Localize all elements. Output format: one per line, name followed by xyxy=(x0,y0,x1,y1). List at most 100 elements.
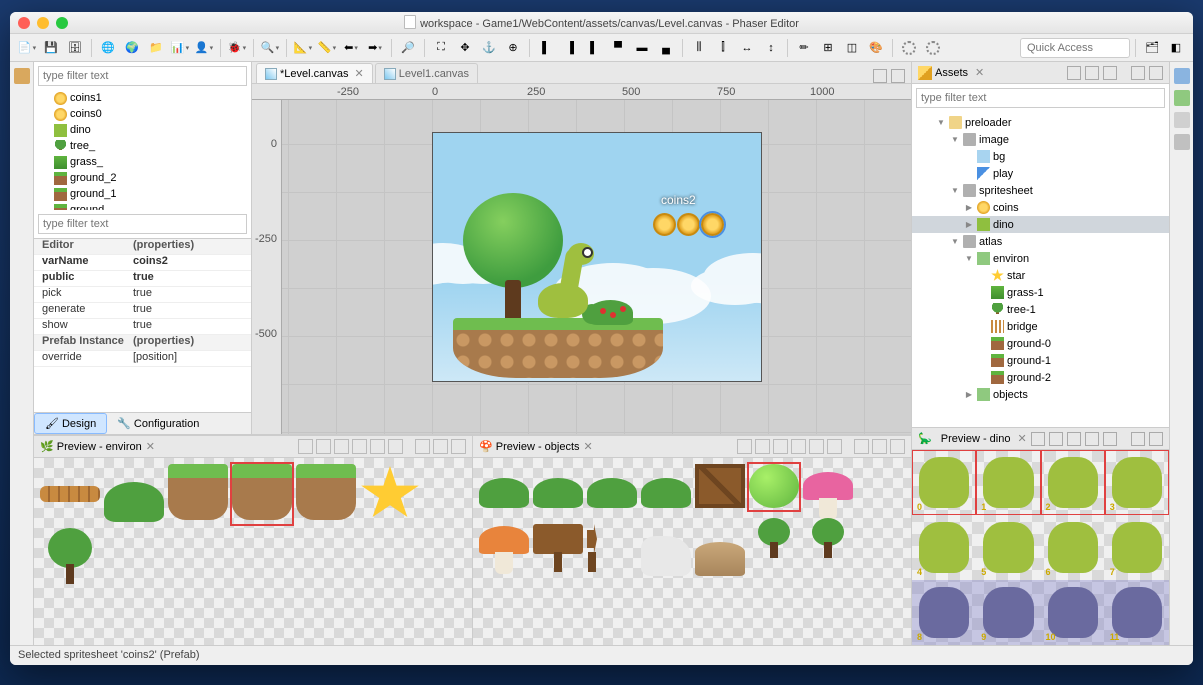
maximize-view-icon[interactable] xyxy=(1149,432,1163,446)
fwd-button[interactable]: ➡ xyxy=(364,37,386,59)
run-button[interactable]: 🌐 xyxy=(97,37,119,59)
save-button[interactable]: 💾 xyxy=(40,37,62,59)
sprite-bush[interactable] xyxy=(587,464,637,510)
minimize-icon[interactable] xyxy=(872,439,887,454)
asset-item[interactable]: star xyxy=(912,267,1169,284)
properties-panel[interactable]: Editor(properties) varNamecoins2 publict… xyxy=(34,238,251,412)
stop-icon[interactable] xyxy=(1049,432,1063,446)
clear-icon[interactable] xyxy=(1103,432,1117,446)
back-button[interactable]: ⬅ xyxy=(340,37,362,59)
sprite-tree[interactable] xyxy=(40,528,100,588)
environ-grid[interactable] xyxy=(34,458,472,645)
tab-design[interactable]: 🖌 Design xyxy=(34,413,107,434)
sprite-bush[interactable] xyxy=(533,464,583,510)
asset-item[interactable]: ▼spritesheet xyxy=(912,182,1169,199)
gutter-view-icon[interactable] xyxy=(14,68,30,84)
handle-button[interactable]: ⊕ xyxy=(502,37,524,59)
asset-item[interactable]: ▼image xyxy=(912,131,1169,148)
outline-item[interactable]: grass_ xyxy=(34,154,251,170)
nav-button[interactable]: 📐 xyxy=(292,37,314,59)
ground-sprite[interactable] xyxy=(453,318,663,378)
expand-arrow-icon[interactable]: ▼ xyxy=(936,118,946,127)
gutter-view-icon[interactable] xyxy=(1174,90,1190,106)
expand-arrow-icon[interactable]: ▶ xyxy=(964,203,974,212)
minimize-view-icon[interactable] xyxy=(1131,66,1145,80)
dino-frame[interactable]: 6 xyxy=(1041,515,1105,580)
expand-arrow-icon[interactable]: ▼ xyxy=(964,254,974,263)
assets-filter-input[interactable] xyxy=(916,88,1165,108)
outline-filter-input[interactable] xyxy=(38,66,247,86)
dino-frame[interactable]: 10 xyxy=(1041,580,1105,645)
sprite-ground-0[interactable] xyxy=(168,464,228,524)
view-list-icon[interactable] xyxy=(755,439,770,454)
asset-item[interactable]: ground-2 xyxy=(912,369,1169,386)
sprite-crate[interactable] xyxy=(695,464,745,510)
outline-item[interactable]: coins0 xyxy=(34,106,251,122)
view-stack-icon[interactable] xyxy=(773,439,788,454)
view-stack-icon[interactable] xyxy=(334,439,349,454)
maximize-view-icon[interactable] xyxy=(1149,66,1163,80)
expand-arrow-icon[interactable]: ▶ xyxy=(964,390,974,399)
asset-item[interactable]: bridge xyxy=(912,318,1169,335)
sprite-sign-arrow[interactable] xyxy=(587,518,637,568)
outline-item[interactable]: coins1 xyxy=(34,90,251,106)
tool-icon[interactable] xyxy=(1103,66,1117,80)
fit-button[interactable]: ⛶ xyxy=(430,37,452,59)
sprite-tree-small[interactable] xyxy=(749,518,799,568)
outline-item[interactable]: tree_ xyxy=(34,138,251,154)
fit-icon[interactable] xyxy=(809,439,824,454)
props-filter-input[interactable] xyxy=(38,214,247,234)
center-button[interactable]: ✥ xyxy=(454,37,476,59)
minimize-view-icon[interactable] xyxy=(1131,432,1145,446)
expand-arrow-icon[interactable]: ▼ xyxy=(950,237,960,246)
edit-button[interactable]: ✏ xyxy=(793,37,815,59)
align-left-button[interactable]: ▌ xyxy=(535,37,557,59)
dino-frame[interactable]: 11 xyxy=(1105,580,1169,645)
search-button[interactable]: 🔍 xyxy=(259,37,281,59)
clear-icon[interactable] xyxy=(827,439,842,454)
outline-item[interactable]: dino xyxy=(34,122,251,138)
clear-icon[interactable] xyxy=(388,439,403,454)
sprite-bridge[interactable] xyxy=(40,464,100,524)
quick-access-input[interactable] xyxy=(1020,38,1130,58)
asset-item[interactable]: bg xyxy=(912,148,1169,165)
dist-h-button[interactable]: ⫼ xyxy=(688,37,710,59)
minimize-icon[interactable] xyxy=(433,439,448,454)
close-icon[interactable]: ✕ xyxy=(1017,432,1026,445)
gutter-view-icon[interactable] xyxy=(1174,112,1190,128)
coin-sprite[interactable] xyxy=(653,213,676,236)
close-icon[interactable]: ✕ xyxy=(584,440,593,453)
sprite-grass[interactable] xyxy=(104,464,164,524)
dist-v-button[interactable]: ⫿ xyxy=(712,37,734,59)
user-button[interactable]: 👤 xyxy=(193,37,215,59)
game-scene[interactable]: coins2 xyxy=(432,132,762,382)
sprite-mushroom-pink[interactable] xyxy=(803,464,853,514)
settings2-button[interactable] xyxy=(922,37,944,59)
minimize-view-icon[interactable] xyxy=(873,69,887,83)
asset-item[interactable]: ▼environ xyxy=(912,250,1169,267)
view-list-icon[interactable] xyxy=(316,439,331,454)
palette-button[interactable]: 🎨 xyxy=(865,37,887,59)
asset-item[interactable]: ▶coins xyxy=(912,199,1169,216)
sprite-bush[interactable] xyxy=(479,464,529,510)
expand-arrow-icon[interactable]: ▶ xyxy=(964,220,974,229)
canvas-viewport[interactable]: -250 0 250 500 750 1000 0 -250 -500 xyxy=(252,84,911,434)
asset-item[interactable]: ▼atlas xyxy=(912,233,1169,250)
dino-frame[interactable]: 3 xyxy=(1105,450,1169,515)
sprite-star[interactable] xyxy=(360,464,420,524)
outline-item[interactable]: ground_1 xyxy=(34,186,251,202)
dino-frame[interactable]: 4 xyxy=(912,515,976,580)
sprite-ground-2[interactable] xyxy=(296,464,356,524)
coin-sprite[interactable] xyxy=(677,213,700,236)
asset-item[interactable]: ▶dino xyxy=(912,216,1169,233)
view-grid-icon[interactable] xyxy=(298,439,313,454)
outline-item[interactable]: ground_2 xyxy=(34,170,251,186)
sprite-sign[interactable] xyxy=(533,518,583,568)
sprite-tree-small[interactable] xyxy=(803,518,853,568)
asset-item[interactable]: ▼preloader xyxy=(912,114,1169,131)
dino-frames-grid[interactable]: 01234567891011 xyxy=(912,450,1169,645)
tab-level1-canvas[interactable]: Level1.canvas xyxy=(375,63,478,83)
asset-item[interactable]: ▶objects xyxy=(912,386,1169,403)
settings-button[interactable] xyxy=(898,37,920,59)
close-icon[interactable]: ✕ xyxy=(146,440,155,453)
